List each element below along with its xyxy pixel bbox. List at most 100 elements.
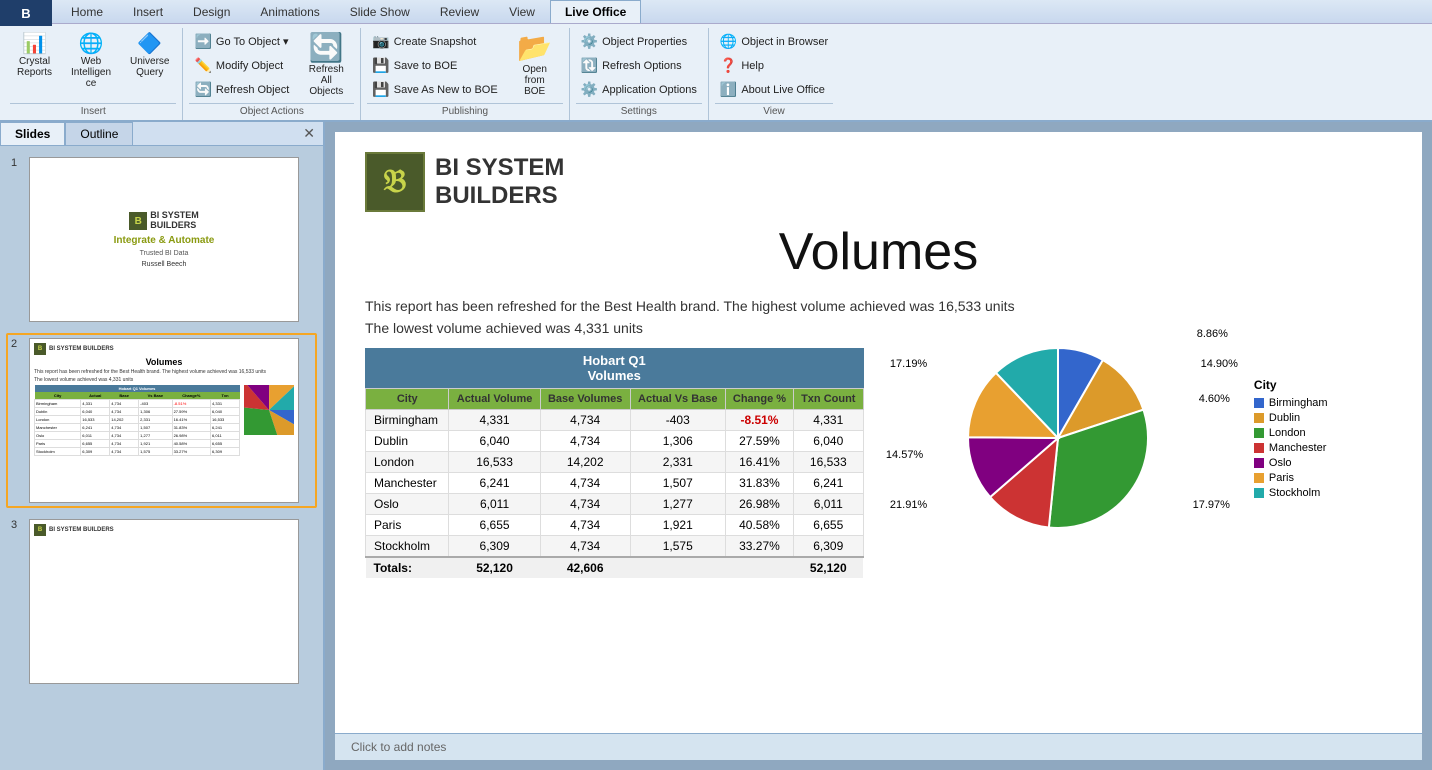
slide-main: 𝔅 BI SYSTEM BUILDERS Volumes This report… [335,132,1422,733]
group-insert-content: 📊 CrystalReports 🌐 WebIntelligence 🔷 Uni… [10,30,176,101]
legend-item-birmingham: Birmingham [1254,397,1328,409]
crystal-reports-label: CrystalReports [17,56,52,78]
modify-object-button[interactable]: ✏️ Modify Object [189,54,294,77]
slides-tab-bar: Slides Outline ✕ [0,122,323,146]
open-from-boe-button[interactable]: 📂 Openfrom BOE [507,30,563,101]
data-table-wrapper: Hobart Q1Volumes City Actual Volume Base… [365,348,864,578]
tab-outline[interactable]: Outline [65,122,133,145]
cell-actual: 6,241 [449,473,540,494]
tab-home[interactable]: Home [56,0,118,23]
col-txn: Txn Count [794,389,863,410]
notes-bar[interactable]: Click to add notes [335,733,1422,760]
totals-actual: 52,120 [449,557,540,578]
about-live-office-button[interactable]: ℹ️ About Live Office [715,78,833,101]
refresh-object-label: Refresh Object [216,84,289,96]
create-snapshot-button[interactable]: 📷 Create Snapshot [367,30,502,53]
save-to-boe-button[interactable]: 💾 Save to BOE [367,54,502,77]
refresh-options-button[interactable]: 🔃 Refresh Options [576,54,702,77]
help-icon: ❓ [720,57,737,74]
save-as-new-label: Save As New to BOE [394,84,498,96]
object-properties-button[interactable]: ⚙️ Object Properties [576,30,702,53]
legend-dot-dublin [1254,413,1264,423]
universe-query-button[interactable]: 🔷 UniverseQuery [123,30,176,82]
go-to-object-button[interactable]: ➡️ Go To Object ▾ [189,30,294,53]
open-from-boe-label: Openfrom BOE [514,64,556,97]
web-intelligence-button[interactable]: 🌐 WebIntelligence [63,30,119,93]
pie-section: 8.86% 14.90% 4.60% 17.19% 21.91% 14.57% … [894,338,1393,541]
help-button[interactable]: ❓ Help [715,54,833,77]
cell-actual: 16,533 [449,452,540,473]
about-live-office-label: About Live Office [741,84,825,96]
group-settings: ⚙️ Object Properties 🔃 Refresh Options ⚙… [570,28,709,120]
slide-logo-text: BI SYSTEM BUILDERS [435,154,564,209]
volumes-table: City Actual Volume Base Volumes Actual V… [365,388,864,578]
refresh-options-icon: 🔃 [581,57,598,74]
pie-label-pct4: 17.19% [890,358,927,370]
slide-logo-letter: 𝔅 [383,163,406,201]
slides-list: 1 B BI SYSTEMBUILDERS Integrate & Automa… [0,146,323,770]
cell-actual: 6,309 [449,536,540,558]
cell-base: 4,734 [540,431,630,452]
pie-label-pct6: 14.57% [886,449,923,461]
ribbon-body: 📊 CrystalReports 🌐 WebIntelligence 🔷 Uni… [0,23,1432,120]
legend-label-manchester: Manchester [1269,442,1326,454]
tab-design[interactable]: Design [178,0,245,23]
cell-actual: 4,331 [449,410,540,431]
pie-svg [958,338,1158,538]
slide-title: Volumes [365,222,1392,282]
cell-change: 33.27% [725,536,793,558]
col-actual: Actual Volume [449,389,540,410]
slides-panel-close[interactable]: ✕ [295,122,323,145]
cell-base: 4,734 [540,494,630,515]
crystal-reports-button[interactable]: 📊 CrystalReports [10,30,59,82]
table-totals-row: Totals: 52,120 42,606 52,120 [366,557,864,578]
about-live-office-icon: ℹ️ [720,81,737,98]
legend-dot-birmingham [1254,398,1264,408]
slide2-pie [244,385,294,435]
cell-change: 26.98% [725,494,793,515]
tab-slides[interactable]: Slides [0,122,65,145]
refresh-object-button[interactable]: 🔄 Refresh Object [189,78,294,101]
cell-txn: 16,533 [794,452,863,473]
tab-view[interactable]: View [494,0,550,23]
object-in-browser-icon: 🌐 [720,33,737,50]
content-area: 𝔅 BI SYSTEM BUILDERS Volumes This report… [325,122,1432,770]
object-in-browser-label: Object in Browser [741,36,828,48]
save-as-new-button[interactable]: 💾 Save As New to BOE [367,78,502,101]
view-col: 🌐 Object in Browser ❓ Help ℹ️ About Live… [715,30,833,101]
legend-item-oslo: Oslo [1254,457,1328,469]
open-from-boe-icon: 📂 [517,34,552,62]
slide-logo-name2: BUILDERS [435,182,564,210]
legend-dot-stockholm [1254,488,1264,498]
cell-city: London [366,452,449,473]
application-options-button[interactable]: ⚙️ Application Options [576,78,702,101]
table-row: Paris 6,655 4,734 1,921 40.58% 6,655 [366,515,864,536]
slide-desc1: This report has been refreshed for the B… [365,298,1392,314]
cell-vs-base: 1,575 [630,536,725,558]
table-row: Stockholm 6,309 4,734 1,575 33.27% 6,309 [366,536,864,558]
slide-item-3[interactable]: 3 B BI SYSTEM BUILDERS [6,514,317,689]
tab-review[interactable]: Review [425,0,494,23]
totals-change [725,557,793,578]
slide-item-1[interactable]: 1 B BI SYSTEMBUILDERS Integrate & Automa… [6,152,317,327]
slide1-author: Russell Beech [142,261,187,268]
ribbon-tab-bar: B Home Insert Design Animations Slide Sh… [0,0,1432,23]
col-vs-base: Actual Vs Base [630,389,725,410]
pie-outer: 8.86% 14.90% 4.60% 17.19% 21.91% 14.57% … [958,338,1158,541]
legend-dot-manchester [1254,443,1264,453]
notes-placeholder: Click to add notes [351,740,446,754]
group-view: 🌐 Object in Browser ❓ Help ℹ️ About Live… [709,28,839,120]
tab-animations[interactable]: Animations [245,0,334,23]
object-in-browser-button[interactable]: 🌐 Object in Browser [715,30,833,53]
slide-item-2[interactable]: 2 B BI SYSTEM BUILDERS Volumes This repo… [6,333,317,508]
refresh-all-objects-button[interactable]: 🔄 RefreshAll Objects [298,30,354,101]
tab-live-office[interactable]: Live Office [550,0,641,23]
go-to-object-icon: ➡️ [194,33,211,50]
cell-base: 14,202 [540,452,630,473]
cell-change: 40.58% [725,515,793,536]
main-area: Slides Outline ✕ 1 B BI SYSTEMBUILDERS I… [0,122,1432,770]
cell-vs-base: 1,921 [630,515,725,536]
universe-query-icon: 🔷 [137,34,162,54]
tab-insert[interactable]: Insert [118,0,178,23]
tab-slideshow[interactable]: Slide Show [335,0,425,23]
